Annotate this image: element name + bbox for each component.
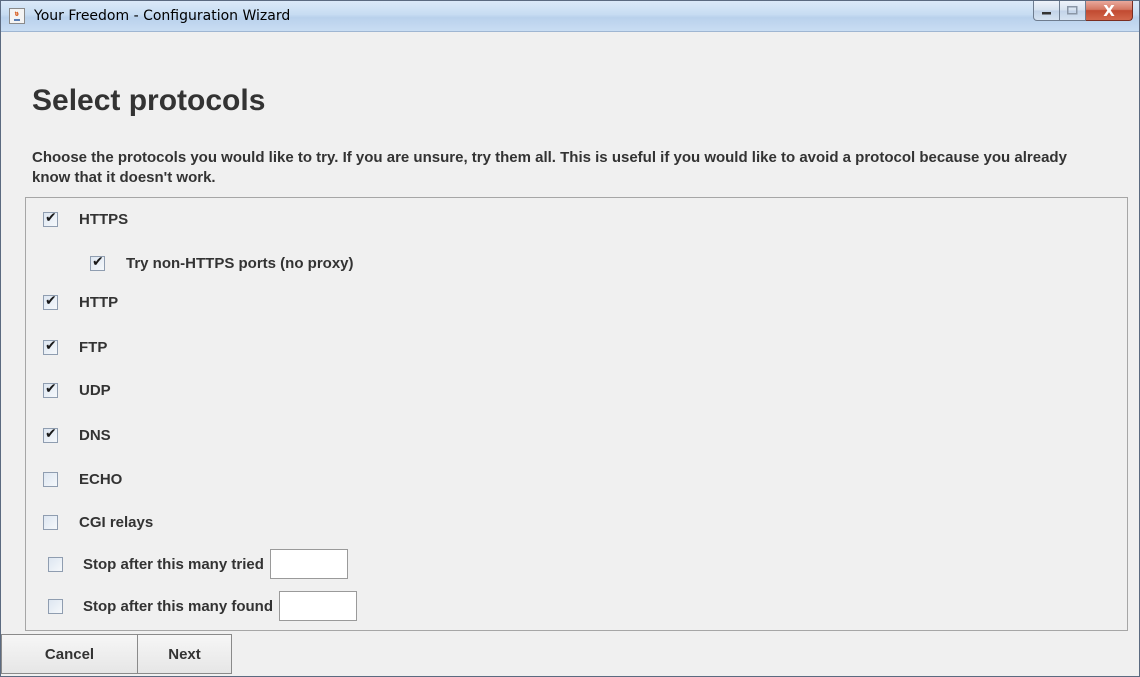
checkmark-icon: ✔ (45, 292, 57, 309)
echo-option[interactable]: ECHO (43, 468, 122, 490)
window-title: Your Freedom - Configuration Wizard (34, 8, 291, 24)
wizard-window: Your Freedom - Configuration Wizard X Se… (0, 0, 1140, 677)
echo-checkbox[interactable] (43, 471, 58, 487)
stop-after-tried-label: Stop after this many tried (83, 555, 264, 573)
close-icon: X (1103, 1, 1115, 20)
udp-label: UDP (79, 381, 111, 399)
non-https-ports-checkbox[interactable]: ✔ (90, 253, 105, 271)
next-button[interactable]: Next (138, 634, 232, 674)
page-description: Choose the protocols you would like to t… (32, 149, 1067, 186)
checkmark-icon: ✔ (92, 253, 104, 270)
http-label: HTTP (79, 293, 119, 311)
echo-label: ECHO (79, 470, 123, 488)
ftp-checkbox[interactable]: ✔ (43, 337, 58, 355)
maximize-button[interactable] (1060, 1, 1086, 21)
cgi-relays-label: CGI relays (79, 513, 154, 531)
maximize-icon (1067, 6, 1078, 15)
stop-after-tried-input[interactable] (269, 549, 348, 579)
ftp-label: FTP (79, 338, 108, 356)
udp-checkbox[interactable]: ✔ (43, 380, 58, 398)
https-label: HTTPS (79, 210, 129, 228)
checkmark-icon: ✔ (45, 380, 57, 397)
stop-after-found-input[interactable] (279, 591, 358, 621)
ftp-option[interactable]: ✔ FTP (43, 336, 107, 358)
protocols-panel: ✔ HTTPS ✔ Try non-HTTPS ports (no proxy)… (25, 197, 1128, 631)
non-https-ports-option[interactable]: ✔ Try non-HTTPS ports (no proxy) (90, 252, 354, 274)
checkmark-icon: ✔ (45, 209, 57, 226)
dns-checkbox[interactable]: ✔ (43, 425, 58, 443)
button-bar: Cancel Next (1, 634, 232, 674)
dns-label: DNS (79, 426, 111, 444)
page-title: Select protocols (32, 84, 266, 117)
stop-after-found-label: Stop after this many found (83, 597, 274, 615)
stop-after-tried-option: Stop after this many tried (48, 548, 348, 580)
udp-option[interactable]: ✔ UDP (43, 379, 111, 401)
close-button[interactable]: X (1086, 1, 1133, 21)
title-bar[interactable]: Your Freedom - Configuration Wizard X (1, 1, 1139, 32)
stop-after-found-option: Stop after this many found (48, 590, 358, 622)
cgi-relays-option[interactable]: CGI relays (43, 511, 153, 533)
caption-buttons: X (1033, 1, 1133, 23)
stop-after-tried-checkbox[interactable] (48, 556, 63, 572)
stop-after-found-checkbox[interactable] (48, 598, 63, 614)
https-checkbox[interactable]: ✔ (43, 209, 58, 227)
cancel-button[interactable]: Cancel (1, 634, 138, 674)
non-https-ports-label: Try non-HTTPS ports (no proxy) (126, 254, 354, 272)
http-checkbox[interactable]: ✔ (43, 292, 58, 310)
dns-option[interactable]: ✔ DNS (43, 424, 111, 446)
minimize-icon (1041, 11, 1051, 14)
cgi-relays-checkbox[interactable] (43, 514, 58, 530)
http-option[interactable]: ✔ HTTP (43, 291, 118, 313)
checkmark-icon: ✔ (45, 425, 57, 442)
minimize-button[interactable] (1033, 1, 1060, 21)
java-icon (9, 8, 25, 24)
checkmark-icon: ✔ (45, 337, 57, 354)
https-option[interactable]: ✔ HTTPS (43, 208, 128, 230)
